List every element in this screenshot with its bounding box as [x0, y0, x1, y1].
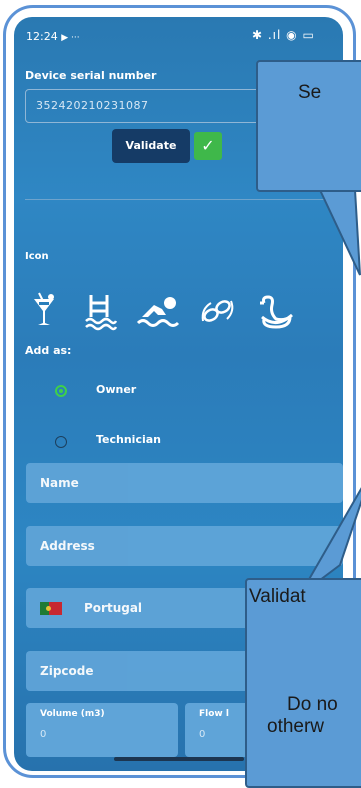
- callout-top-text: Se: [298, 82, 322, 103]
- callout-bottom-line2: Do no: [287, 694, 338, 715]
- callout-bottom: Validat Do no otherw: [245, 578, 361, 788]
- callout-bottom-line1: Validat: [249, 586, 306, 607]
- callout-top: Se: [256, 60, 361, 192]
- callout-bottom-line3: otherw: [267, 716, 325, 737]
